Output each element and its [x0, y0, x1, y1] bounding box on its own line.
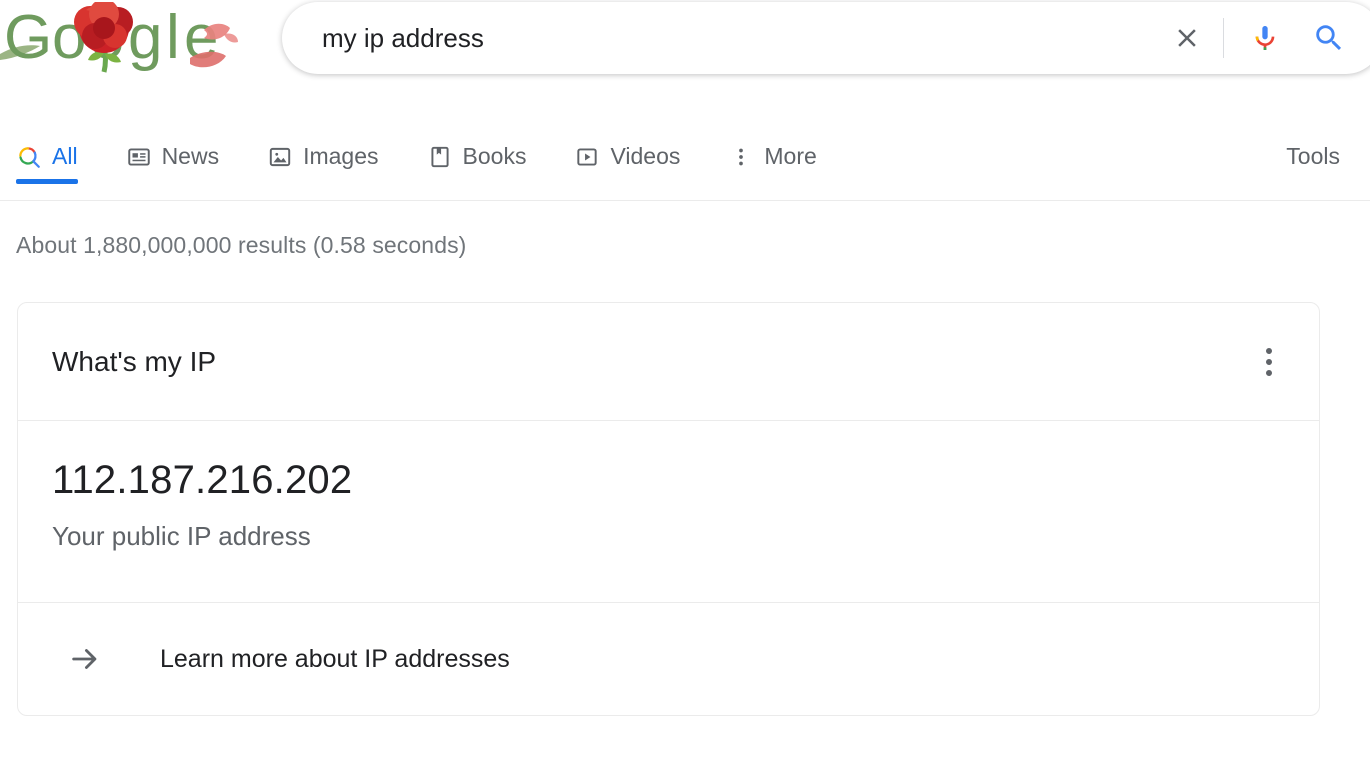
search-icon	[16, 144, 42, 170]
answer-card-title: What's my IP	[52, 345, 217, 377]
learn-more-label: Learn more about IP addresses	[160, 644, 510, 673]
search-submit-icon[interactable]	[1302, 11, 1356, 65]
clear-search-button[interactable]	[1161, 12, 1213, 64]
svg-text:l: l	[166, 3, 180, 72]
search-box[interactable]	[282, 2, 1370, 74]
tab-more[interactable]: More	[728, 129, 817, 184]
ip-address-value: 112.187.216.202	[52, 458, 353, 502]
nav-tabs: All News Images Books Videos More	[16, 129, 865, 199]
tab-label: All	[52, 143, 78, 169]
tab-images[interactable]: Images	[267, 129, 379, 184]
tools-button[interactable]: Tools	[1286, 129, 1340, 184]
tab-videos[interactable]: Videos	[574, 129, 680, 184]
tab-label: News	[161, 143, 220, 169]
ip-address-caption: Your public IP address	[52, 521, 311, 551]
news-icon	[126, 144, 152, 170]
more-vert-icon	[728, 144, 754, 170]
tab-books[interactable]: Books	[427, 129, 527, 184]
tab-all[interactable]: All	[16, 129, 78, 184]
image-icon	[267, 144, 293, 170]
svg-text:g: g	[128, 3, 162, 72]
tab-label: Images	[303, 143, 379, 169]
kebab-dot	[1266, 358, 1272, 365]
answer-card: What's my IP 112.187.216.202 Your public…	[17, 302, 1320, 716]
video-icon	[574, 144, 600, 170]
learn-more-row[interactable]: Learn more about IP addresses	[18, 603, 1319, 715]
results-nav: All News Images Books Videos More Tools	[0, 113, 1370, 201]
result-stats: About 1,880,000,000 results (0.58 second…	[16, 232, 467, 258]
tools-label: Tools	[1286, 143, 1340, 169]
search-input[interactable]	[282, 18, 1161, 58]
search-header: G o o g l e	[0, 0, 1370, 113]
tab-label: Books	[462, 143, 527, 169]
more-options-icon[interactable]	[1249, 340, 1289, 384]
svg-text:G: G	[4, 3, 52, 72]
search-divider	[1223, 18, 1224, 58]
kebab-dot	[1266, 347, 1272, 354]
tab-label: Videos	[610, 143, 681, 169]
tab-news[interactable]: News	[126, 129, 220, 184]
answer-card-header: What's my IP	[18, 303, 1319, 421]
tab-label: More	[764, 143, 817, 169]
answer-card-body: 112.187.216.202 Your public IP address	[18, 421, 1319, 603]
google-doodle-logo[interactable]: G o o g l e	[0, 2, 250, 76]
voice-search-icon[interactable]	[1238, 11, 1292, 65]
kebab-dot	[1266, 369, 1272, 376]
arrow-right-icon	[62, 642, 108, 676]
book-icon	[427, 144, 453, 170]
